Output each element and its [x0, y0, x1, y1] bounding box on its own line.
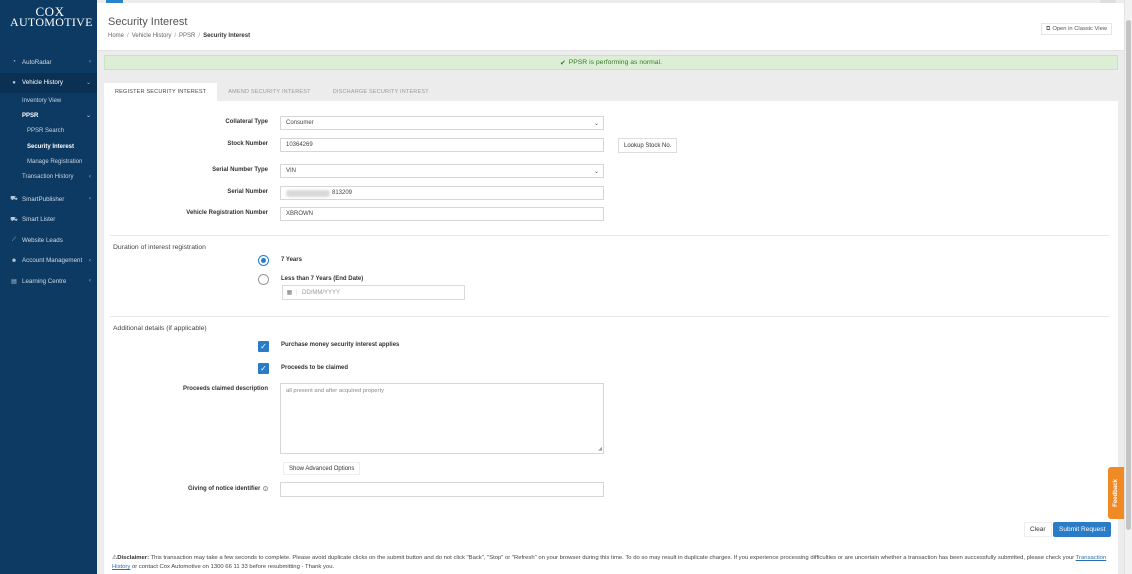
redacted-text: [286, 189, 330, 197]
chevron-down-icon: ⌄: [85, 80, 91, 87]
open-classic-view-button[interactable]: ⧉ Open in Classic View: [1041, 23, 1112, 35]
sidebar-item-learning-centre[interactable]: ▤ Learning Centre ‹: [0, 271, 97, 292]
breadcrumb-home[interactable]: Home: [108, 33, 124, 39]
serial-type-select[interactable]: VIN ⌄: [280, 164, 604, 178]
stock-number-input[interactable]: 10364269: [280, 138, 604, 152]
rego-input[interactable]: XBROWN: [280, 207, 604, 221]
feedback-tab[interactable]: Feedback: [1108, 467, 1124, 519]
info-icon[interactable]: i: [263, 486, 268, 491]
stock-number-label: Stock Number: [227, 141, 268, 147]
rego-label: Vehicle Registration Number: [186, 210, 268, 216]
tab-register[interactable]: REGISTER SECURITY INTEREST: [104, 83, 218, 101]
dot-icon: ●: [12, 79, 16, 86]
tab-amend[interactable]: AMEND SECURITY INTEREST: [217, 83, 321, 101]
sidebar-nav: ◔ AutoRadar ‹ ● Vehicle History ⌄ Invent…: [0, 52, 97, 291]
user-icon: ☻: [10, 257, 18, 264]
additional-title: Additional details (if applicable): [113, 325, 207, 332]
status-alert: ✔ PPSR is performing as normal.: [104, 55, 1118, 70]
proceeds-desc-label: Proceeds claimed description: [182, 386, 268, 392]
chart-line-icon: ⟋: [11, 236, 17, 243]
proceeds-checkbox[interactable]: ✓: [258, 363, 269, 374]
scrollbar-thumb[interactable]: [1126, 20, 1131, 530]
chevron-down-icon: ⌄: [593, 168, 599, 175]
chevron-left-icon: ‹: [89, 257, 91, 264]
serial-type-label: Serial Number Type: [212, 167, 268, 173]
sidebar-item-security-interest[interactable]: Security Interest: [0, 139, 97, 154]
radio-7-years[interactable]: [258, 255, 269, 266]
show-advanced-options-button[interactable]: Show Advanced Options: [283, 462, 361, 475]
page-header: Security Interest Home / Vehicle History /…: [97, 3, 1124, 51]
resize-handle-icon[interactable]: ◢: [598, 446, 602, 452]
chevron-left-icon: ‹: [89, 278, 91, 285]
page-title: Security Interest: [108, 16, 188, 28]
tab-discharge[interactable]: DISCHARGE SECURITY INTEREST: [322, 83, 440, 101]
sidebar: COX AUTOMOTIVE ◔ AutoRadar ‹ ● Vehicle H…: [0, 0, 97, 574]
sidebar-item-inventory-view[interactable]: Inventory View: [0, 93, 97, 108]
document-icon: ▤: [11, 278, 17, 285]
sidebar-item-vehicle-history[interactable]: ● Vehicle History ⌄: [0, 72, 97, 93]
proceeds-label: Proceeds to be claimed: [281, 365, 349, 371]
sidebar-item-autoradar[interactable]: ◔ AutoRadar ‹: [0, 52, 97, 73]
clear-button[interactable]: Clear: [1024, 522, 1052, 537]
collateral-type-label: Collateral Type: [225, 119, 268, 125]
scrollbar[interactable]: [1124, 0, 1132, 574]
notice-label: Giving of notice identifier i: [188, 486, 268, 492]
notice-identifier-input[interactable]: [280, 482, 604, 497]
proceeds-desc-textarea[interactable]: all present and after acquired property …: [280, 383, 604, 454]
sidebar-item-ppsr[interactable]: PPSR ⌄: [0, 108, 97, 123]
breadcrumb: Home / Vehicle History / PPSR / Security In…: [108, 33, 251, 39]
check-icon: ✔: [559, 59, 566, 67]
sidebar-item-smart-lister[interactable]: ⛟ Smart Lister: [0, 209, 97, 230]
radio-end-date[interactable]: [258, 274, 269, 285]
serial-number-label: Serial Number: [227, 189, 268, 195]
external-link-icon: ⧉: [1046, 25, 1051, 32]
sidebar-item-transaction-history[interactable]: Transaction History ‹: [0, 169, 97, 184]
cox-automotive-logo[interactable]: COX AUTOMOTIVE: [10, 5, 92, 28]
radio-end-date-label: Less than 7 Years (End Date): [281, 276, 364, 282]
serial-number-input[interactable]: 813209: [280, 186, 604, 200]
disclaimer: ⚠Disclaimer: This transaction may take a…: [112, 555, 1107, 570]
sidebar-item-manage-registration[interactable]: Manage Registration: [0, 154, 97, 169]
sidebar-item-smartpublisher[interactable]: ⛟ SmartPublisher ‹: [0, 189, 97, 210]
divider: [110, 316, 1110, 317]
submit-request-button[interactable]: Submit Request: [1053, 522, 1112, 537]
tabs: REGISTER SECURITY INTEREST AMEND SECURIT…: [104, 83, 440, 101]
gauge-icon: ◔: [12, 59, 16, 66]
sidebar-item-account-management[interactable]: ☻ Account Management ‹: [0, 250, 97, 271]
radio-7-years-label: 7 Years: [281, 257, 302, 263]
collateral-type-select[interactable]: Consumer ⌄: [280, 116, 604, 130]
chevron-down-icon: ⌄: [85, 113, 91, 120]
breadcrumb-current: Security Interest: [203, 33, 251, 39]
divider: [110, 235, 1110, 236]
chevron-down-icon: ⌄: [593, 120, 599, 127]
end-date-input[interactable]: ▦ DD/MM/YYYY: [282, 285, 465, 300]
breadcrumb-ppsr[interactable]: PPSR: [179, 33, 195, 39]
chevron-left-icon: ‹: [89, 59, 91, 66]
car-icon: ⛟: [10, 196, 18, 203]
sidebar-item-ppsr-search[interactable]: PPSR Search: [0, 124, 97, 139]
duration-title: Duration of interest registration: [113, 244, 206, 251]
lookup-stock-button[interactable]: Lookup Stock No.: [618, 138, 678, 153]
car-icon: ⛟: [10, 216, 18, 223]
pmsi-checkbox[interactable]: ✓: [258, 341, 269, 352]
chevron-left-icon: ‹: [89, 196, 91, 203]
pmsi-label: Purchase money security interest applies: [281, 342, 400, 348]
form-panel: Collateral Type Consumer ⌄ Stock Number …: [104, 101, 1118, 574]
breadcrumb-vehicle-history[interactable]: Vehicle History: [132, 33, 172, 39]
calendar-icon: ▦: [283, 289, 297, 296]
chevron-left-icon: ‹: [89, 174, 91, 181]
sidebar-item-website-leads[interactable]: ⟋ Website Leads: [0, 230, 97, 251]
